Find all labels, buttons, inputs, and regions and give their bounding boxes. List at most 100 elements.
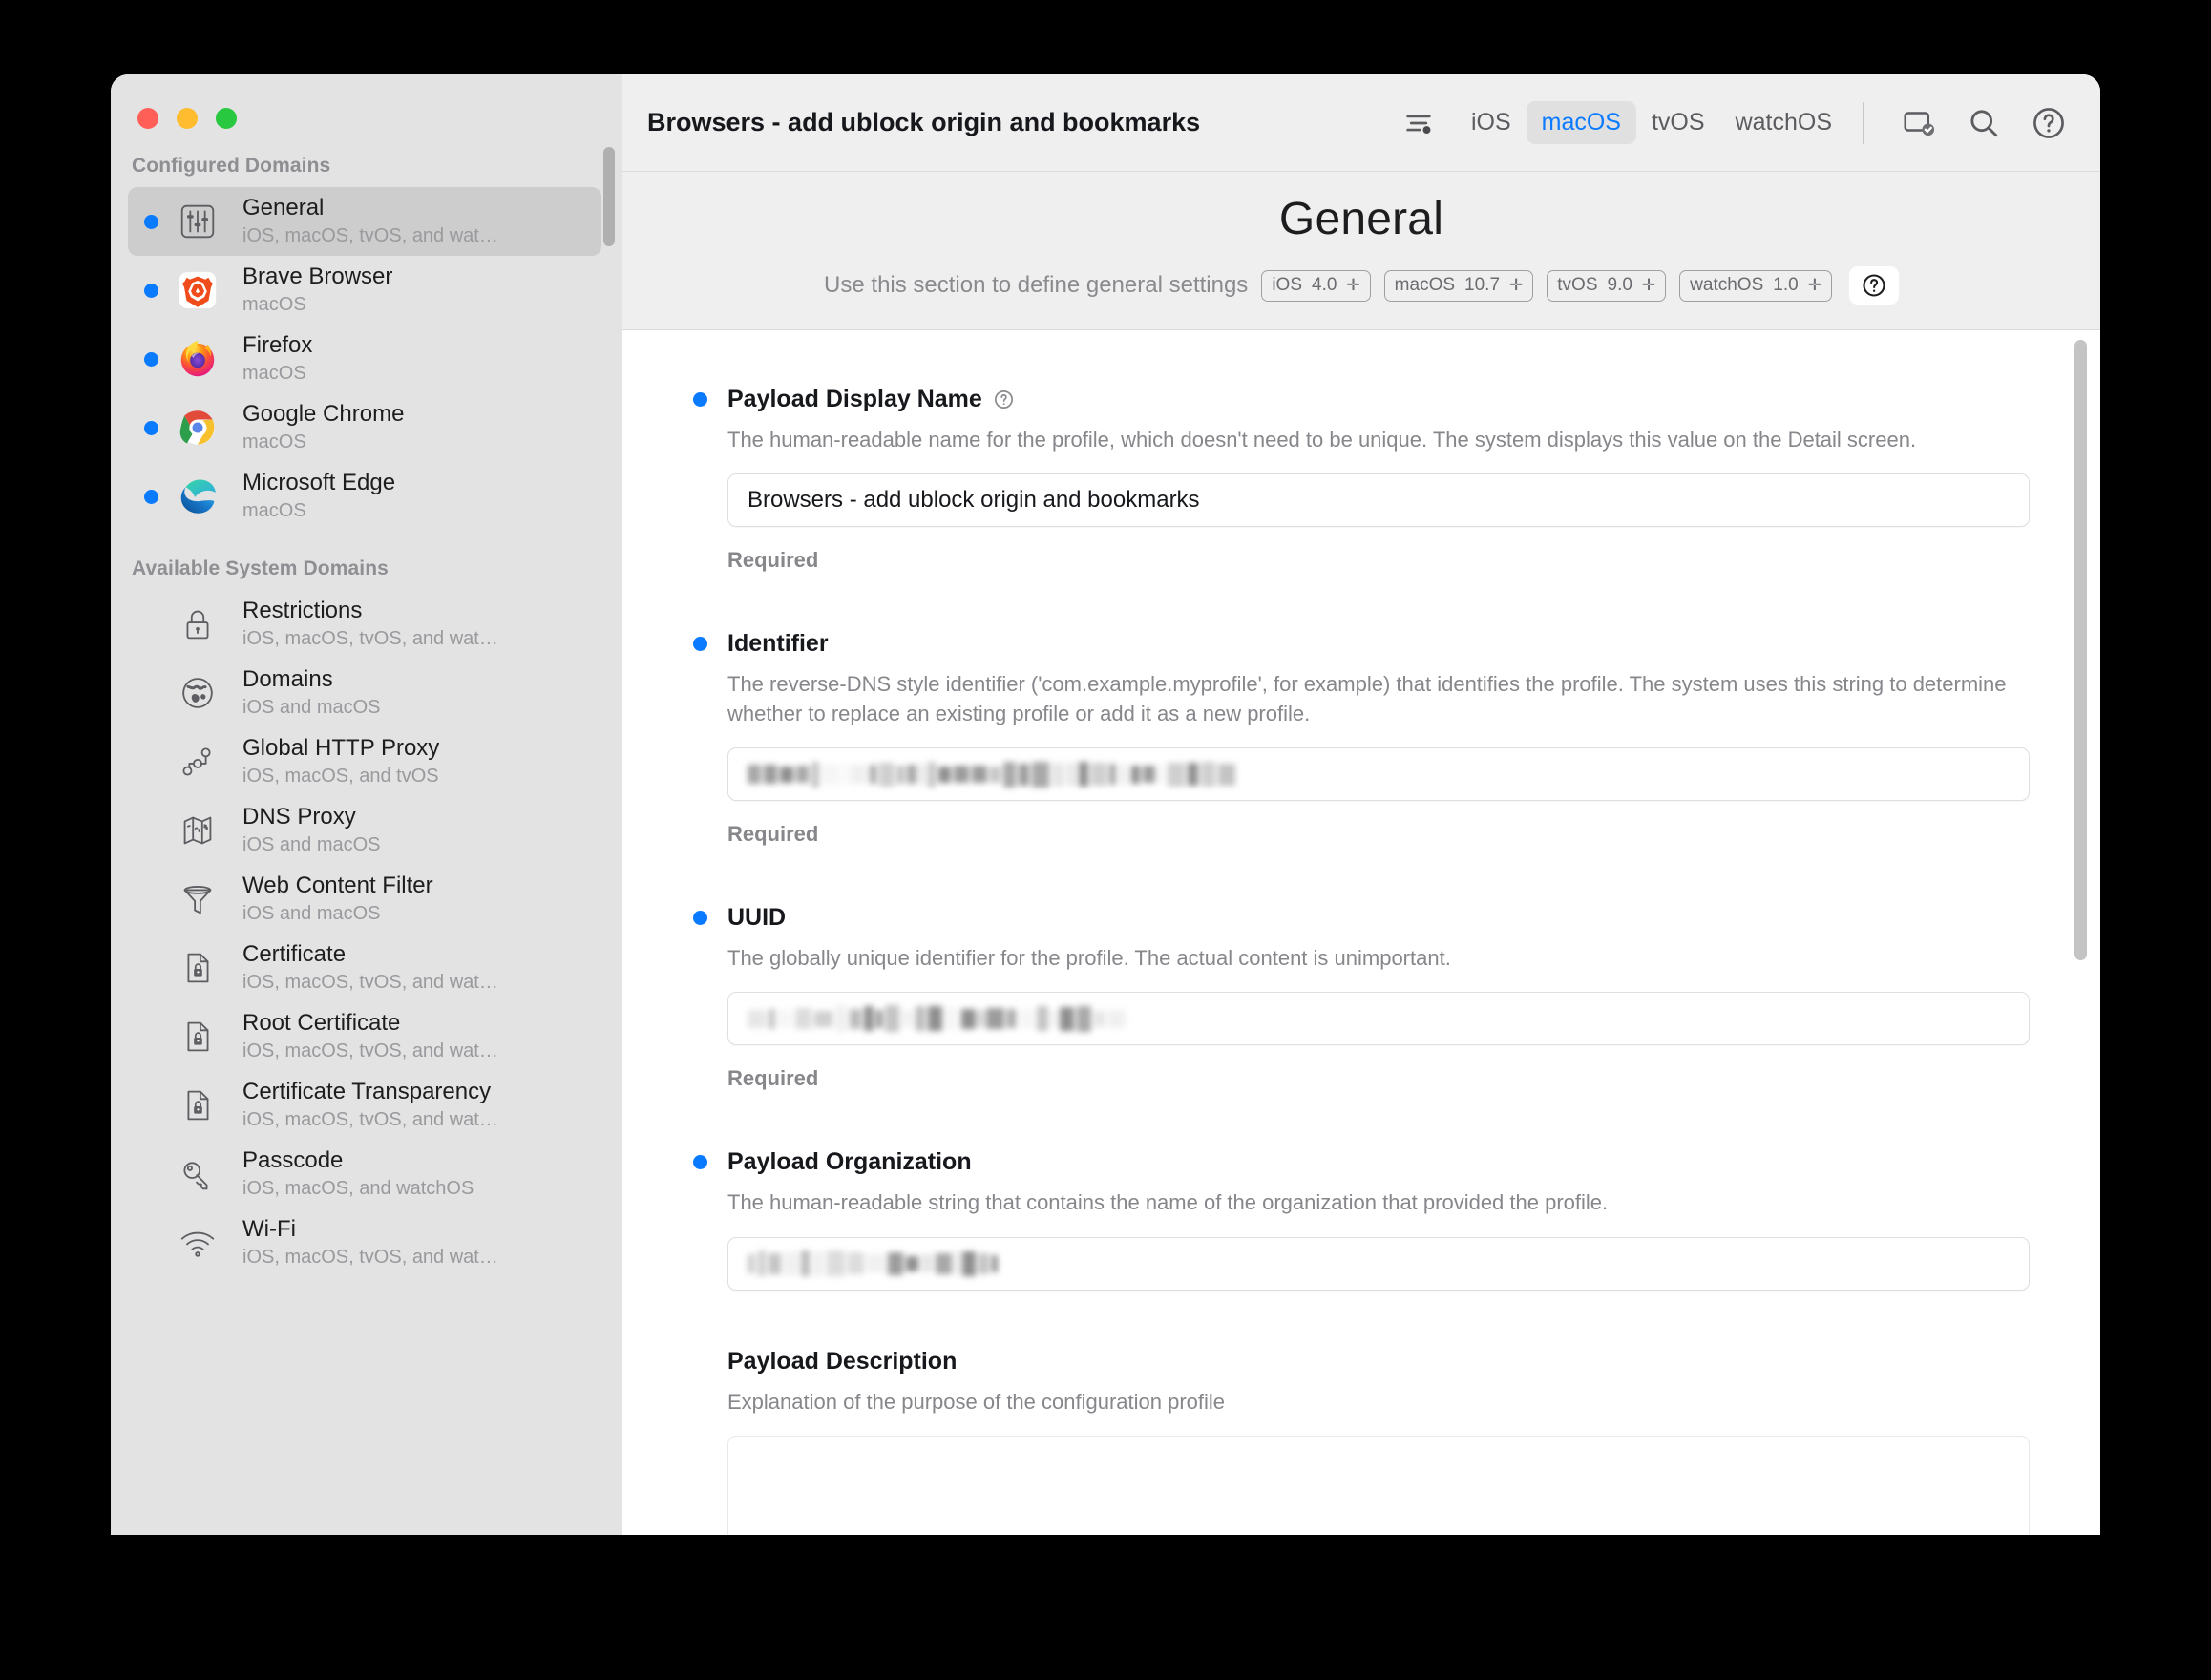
chrome-icon: [168, 400, 227, 455]
uuid-description: The globally unique identifier for the p…: [727, 944, 2026, 973]
enabled-indicator: [134, 284, 168, 298]
sidebar-item-certificate-transparency[interactable]: Certificate Transparency iOS, macOS, tvO…: [128, 1071, 601, 1140]
sidebar-item-title: Certificate Transparency: [242, 1079, 498, 1105]
main-scrollbar[interactable]: [2074, 340, 2087, 960]
sidebar-item-certificate[interactable]: Certificate iOS, macOS, tvOS, and wat…: [128, 934, 601, 1002]
minimize-button[interactable]: [177, 108, 198, 129]
version-badge-watchos: watchOS 1.0 ✛: [1679, 270, 1832, 302]
sidebar-item-subtitle: macOS: [242, 499, 395, 523]
sidebar-scroll-area[interactable]: Configured Domains General iOS, macOS, t…: [111, 143, 622, 1535]
badge-plus: ✛: [1346, 276, 1359, 295]
uuid-input[interactable]: [727, 992, 2030, 1045]
enabled-dot: [144, 215, 158, 229]
field-payload-description: Payload Description Explanation of the p…: [693, 1348, 2030, 1535]
sidebar-item-title: Restrictions: [242, 598, 498, 624]
main-panel: Browsers - add ublock origin and bookmar…: [622, 74, 2100, 1535]
funnel-icon: [168, 872, 227, 927]
key-icon: [168, 1146, 227, 1202]
version-badge-tvos: tvOS 9.0 ✛: [1547, 270, 1666, 302]
field-uuid: UUID The globally unique identifier for …: [693, 904, 2030, 1091]
payload-display-name-input[interactable]: Browsers - add ublock origin and bookmar…: [727, 473, 2030, 527]
identifier-required-label: Required: [727, 822, 2030, 847]
firefox-icon: [168, 331, 227, 387]
sidebar-item-brave-browser[interactable]: Brave Browser macOS: [128, 256, 601, 325]
field-bullet: [693, 392, 707, 407]
sidebar-item-web-content-filter[interactable]: Web Content Filter iOS and macOS: [128, 865, 601, 934]
badge-plus: ✛: [1509, 276, 1523, 295]
zoom-button[interactable]: [216, 108, 237, 129]
field-bullet: [693, 637, 707, 651]
field-payload-organization: Payload Organization The human-readable …: [693, 1148, 2030, 1290]
sidebar-item-firefox[interactable]: Firefox macOS: [128, 325, 601, 393]
payload-organization-label: Payload Organization: [727, 1148, 972, 1176]
identifier-label: Identifier: [727, 630, 829, 658]
badge-plus: ✛: [1808, 276, 1821, 295]
close-button[interactable]: [137, 108, 158, 129]
sidebar-item-title: Firefox: [242, 332, 312, 359]
form-scroll-area[interactable]: Payload Display Name The human-readable …: [622, 330, 2100, 1535]
os-tab-ios[interactable]: iOS: [1456, 101, 1527, 144]
badge-os: iOS: [1272, 275, 1302, 296]
page-subtitle-row: Use this section to define general setti…: [622, 266, 2100, 304]
sliders-icon: [168, 194, 227, 249]
badge-version: 4.0: [1312, 275, 1337, 296]
sidebar-item-dns-proxy[interactable]: DNS Proxy iOS and macOS: [128, 796, 601, 865]
uuid-label: UUID: [727, 904, 786, 932]
sidebar-item-title: Global HTTP Proxy: [242, 735, 439, 762]
payload-display-name-help-icon[interactable]: [993, 388, 1015, 410]
os-tab-tvos[interactable]: tvOS: [1636, 101, 1720, 144]
help-circle-icon[interactable]: [2024, 98, 2074, 148]
toolbar-divider: [1863, 102, 1864, 144]
sidebar-item-subtitle: iOS, macOS, tvOS, and wat…: [242, 971, 498, 995]
version-badges: iOS 4.0 ✛ macOS 10.7 ✛ tvOS 9.0 ✛ watchO…: [1261, 270, 1832, 302]
badge-os: tvOS: [1557, 275, 1597, 296]
wifi-icon: [168, 1215, 227, 1270]
document-lock-icon: [168, 1009, 227, 1064]
badge-plus: ✛: [1642, 276, 1655, 295]
sidebar-item-global-http-proxy[interactable]: Global HTTP Proxy iOS, macOS, and tvOS: [128, 727, 601, 796]
sidebar-item-domains[interactable]: Domains iOS and macOS: [128, 659, 601, 727]
network-nodes-icon: [168, 734, 227, 789]
section-help-button[interactable]: [1849, 266, 1899, 304]
general-settings-form: Payload Display Name The human-readable …: [622, 386, 2100, 1535]
identifier-input[interactable]: [727, 747, 2030, 801]
payload-description-description: Explanation of the purpose of the config…: [727, 1388, 2026, 1417]
payload-description-label: Payload Description: [727, 1348, 957, 1376]
sidebar-item-passcode[interactable]: Passcode iOS, macOS, and watchOS: [128, 1140, 601, 1208]
sidebar-item-subtitle: iOS, macOS, tvOS, and wat…: [242, 224, 498, 248]
payload-display-name-description: The human-readable name for the profile,…: [727, 426, 2026, 454]
filter-lines-icon[interactable]: [1397, 101, 1441, 145]
payload-display-name-required-label: Required: [727, 548, 2030, 573]
search-icon[interactable]: [1959, 98, 2009, 148]
sidebar-item-title: Passcode: [242, 1147, 474, 1174]
sidebar-item-google-chrome[interactable]: Google Chrome macOS: [128, 393, 601, 462]
os-tab-macos[interactable]: macOS: [1527, 101, 1636, 144]
uuid-required-label: Required: [727, 1066, 2030, 1091]
sidebar-item-restrictions[interactable]: Restrictions iOS, macOS, tvOS, and wat…: [128, 590, 601, 659]
available-domains-list: Restrictions iOS, macOS, tvOS, and wat… …: [111, 590, 622, 1277]
payload-description-textarea[interactable]: [727, 1436, 2030, 1535]
sidebar-item-wi-fi[interactable]: Wi-Fi iOS, macOS, tvOS, and wat…: [128, 1208, 601, 1277]
sidebar-item-subtitle: macOS: [242, 293, 392, 317]
field-bullet: [693, 911, 707, 925]
sidebar-scrollbar[interactable]: [603, 147, 615, 246]
toolbar: Browsers - add ublock origin and bookmar…: [622, 74, 2100, 172]
badge-version: 9.0: [1608, 275, 1632, 296]
sidebar-item-root-certificate[interactable]: Root Certificate iOS, macOS, tvOS, and w…: [128, 1002, 601, 1071]
sidebar-item-subtitle: iOS, macOS, tvOS, and wat…: [242, 627, 498, 651]
sidebar-item-subtitle: iOS, macOS, tvOS, and wat…: [242, 1108, 498, 1132]
page-header: General Use this section to define gener…: [622, 172, 2100, 330]
os-tab-watchos[interactable]: watchOS: [1720, 101, 1847, 144]
sidebar-item-title: Brave Browser: [242, 263, 392, 290]
enabled-dot: [144, 490, 158, 504]
sidebar-item-subtitle: macOS: [242, 362, 312, 386]
lock-icon: [168, 597, 227, 652]
payload-organization-input[interactable]: [727, 1237, 2030, 1291]
sidebar-item-general[interactable]: General iOS, macOS, tvOS, and wat…: [128, 187, 601, 256]
display-check-icon[interactable]: [1894, 98, 1944, 148]
enabled-dot: [144, 421, 158, 435]
sidebar-item-title: Certificate: [242, 941, 498, 968]
sidebar-item-subtitle: iOS, macOS, and tvOS: [242, 765, 439, 788]
field-payload-display-name: Payload Display Name The human-readable …: [693, 386, 2030, 573]
sidebar-item-microsoft-edge[interactable]: Microsoft Edge macOS: [128, 462, 601, 531]
